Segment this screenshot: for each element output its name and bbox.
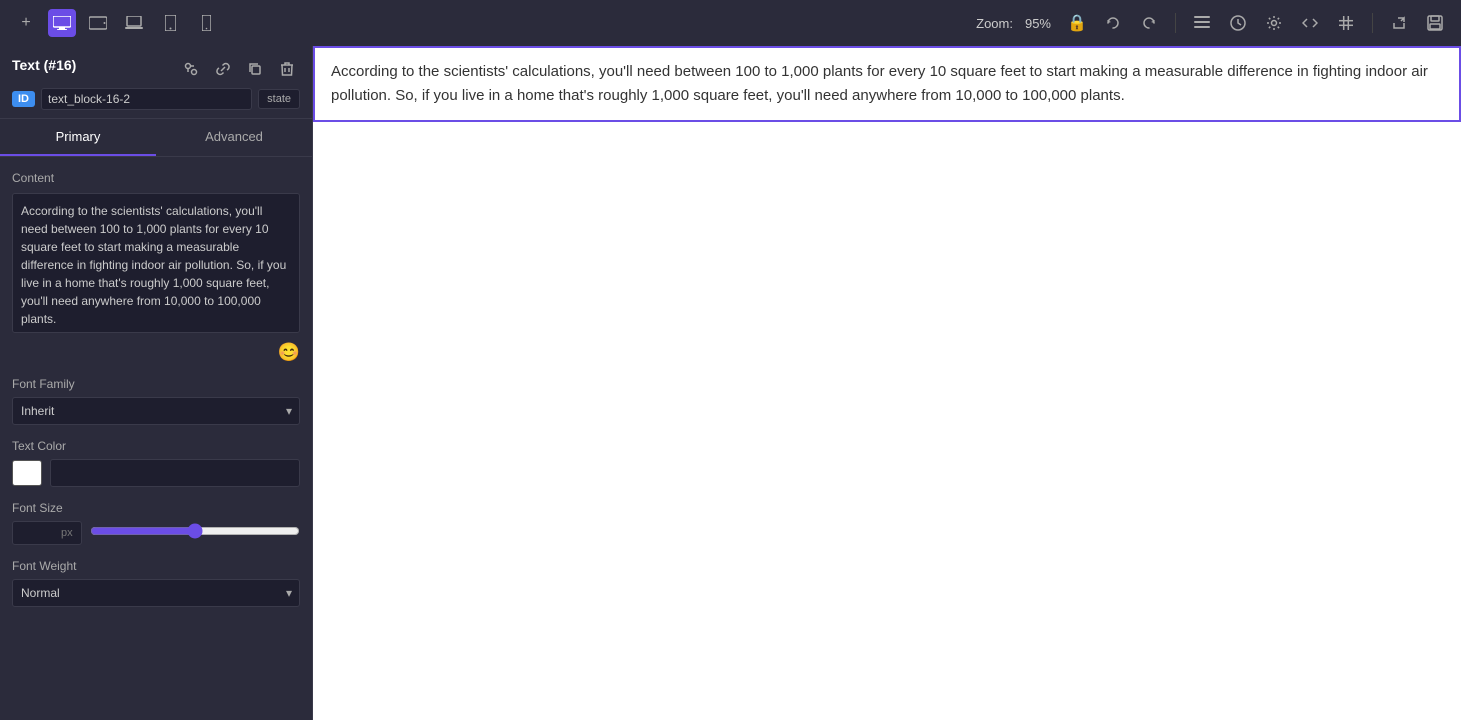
group-action-icon[interactable] [178,56,204,82]
delete-action-icon[interactable] [274,56,300,82]
font-family-select-wrapper: Inherit Arial Georgia Times New Roman Ve… [12,397,300,425]
font-weight-field: Font Weight Normal Bold 100 200 300 400 … [12,559,300,607]
text-block[interactable]: Text According to the scientists' calcul… [313,46,1461,122]
undo-icon[interactable] [1099,9,1127,37]
zoom-value: 95% [1025,16,1051,31]
panel-header: Text (#16) ID [0,46,312,119]
desktop-icon[interactable] [48,9,76,37]
canvas-area[interactable]: Text According to the scientists' calcul… [313,46,1461,720]
content-section: Content 😊 [12,171,300,363]
tab-primary[interactable]: Primary [0,119,156,156]
content-emoji-icon[interactable]: 😊 [278,342,300,363]
font-size-row: px [12,521,300,545]
state-button[interactable]: state [258,89,300,109]
content-textarea[interactable] [12,193,300,333]
gear-icon[interactable] [1260,9,1288,37]
font-weight-select[interactable]: Normal Bold 100 200 300 400 500 600 700 … [12,579,300,607]
color-input[interactable] [50,459,300,487]
id-input[interactable] [41,88,252,110]
zoom-label: Zoom: [976,16,1013,31]
font-size-label: Font Size [12,501,300,515]
font-family-label: Font Family [12,377,300,391]
export-icon[interactable] [1385,9,1413,37]
size-input-wrap: px [12,521,82,545]
main-layout: Text (#16) ID [0,46,1461,720]
canvas-inner: Text According to the scientists' calcul… [313,46,1461,720]
slider-wrap [90,523,300,544]
left-panel: Text (#16) ID [0,46,313,720]
clock-icon[interactable] [1224,9,1252,37]
content-label: Content [12,171,300,185]
tab-advanced[interactable]: Advanced [156,119,312,156]
size-unit: px [57,527,77,539]
list-icon[interactable] [1188,9,1216,37]
font-family-select[interactable]: Inherit Arial Georgia Times New Roman Ve… [12,397,300,425]
font-size-field: Font Size px [12,501,300,545]
color-field [12,459,300,487]
mobile-icon[interactable] [192,9,220,37]
id-badge: ID [12,91,35,107]
copy-action-icon[interactable] [242,56,268,82]
panel-actions [178,56,300,82]
add-icon[interactable]: + [12,9,40,37]
redo-icon[interactable] [1135,9,1163,37]
font-size-slider[interactable] [90,523,300,539]
tablet-vertical-icon[interactable] [156,9,184,37]
top-toolbar: + Zoom: 95% 🔒 [0,0,1461,46]
panel-content: Content 😊 Font Family Inherit Arial Geor… [0,157,312,720]
code-icon[interactable] [1296,9,1324,37]
text-color-field: Text Color [12,439,300,487]
id-row: ID state [12,88,300,110]
laptop-icon[interactable] [120,9,148,37]
text-content: According to the scientists' calculation… [331,60,1443,108]
text-color-label: Text Color [12,439,300,453]
color-swatch[interactable] [12,460,42,486]
font-weight-label: Font Weight [12,559,300,573]
panel-title: Text (#16) [12,57,76,73]
font-family-field: Font Family Inherit Arial Georgia Times … [12,377,300,425]
tabs: Primary Advanced [0,119,312,157]
font-size-input[interactable] [13,522,57,544]
grid-icon[interactable] [1332,9,1360,37]
lock-icon[interactable]: 🔒 [1063,9,1091,37]
font-weight-select-wrapper: Normal Bold 100 200 300 400 500 600 700 … [12,579,300,607]
link-action-icon[interactable] [210,56,236,82]
save-icon[interactable] [1421,9,1449,37]
tablet-horizontal-icon[interactable] [84,9,112,37]
toolbar-right: Zoom: 95% 🔒 [976,9,1449,37]
